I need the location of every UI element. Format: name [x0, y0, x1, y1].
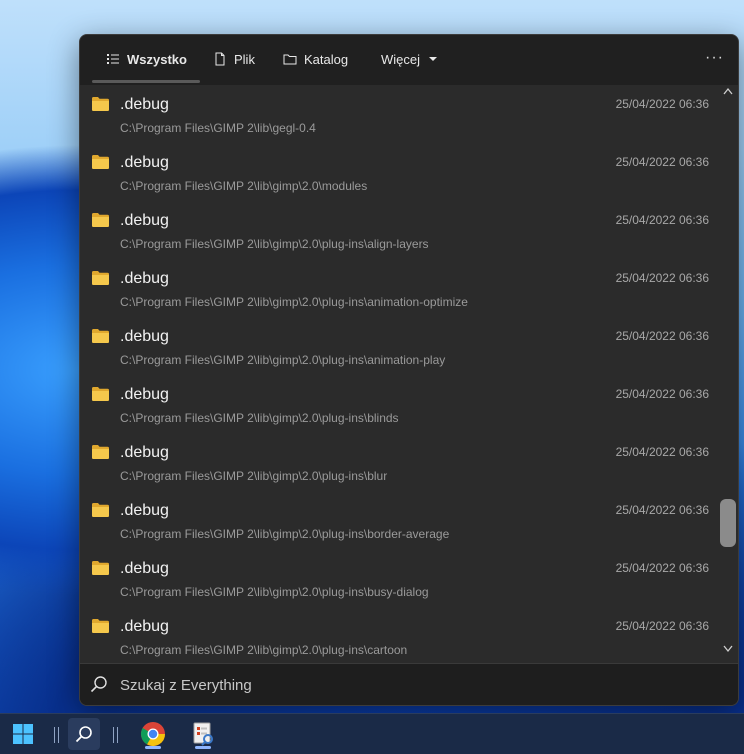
result-date: 25/04/2022 06:36: [615, 97, 709, 111]
result-path: C:\Program Files\GIMP 2\lib\gimp\2.0\plu…: [120, 527, 450, 541]
result-date: 25/04/2022 06:36: [615, 619, 709, 633]
result-row[interactable]: .debug C:\Program Files\GIMP 2\lib\gimp\2…: [80, 549, 717, 607]
taskbar-chrome-button[interactable]: [137, 718, 169, 750]
result-path: C:\Program Files\GIMP 2\lib\gimp\2.0\plu…: [120, 353, 446, 367]
result-row[interactable]: .debug C:\Program Files\GIMP 2\lib\gimp\2…: [80, 259, 717, 317]
result-row[interactable]: .debug C:\Program Files\GIMP 2\lib\gimp\2…: [80, 317, 717, 375]
folder-icon: [92, 561, 109, 575]
result-date: 25/04/2022 06:36: [615, 387, 709, 401]
result-date: 25/04/2022 06:36: [615, 445, 709, 459]
list-icon: [107, 54, 119, 64]
result-path: C:\Program Files\GIMP 2\lib\gimp\2.0\plu…: [120, 295, 468, 309]
result-row[interactable]: .debug C:\Program Files\GIMP 2\lib\gimp\2…: [80, 491, 717, 549]
chevron-down-icon: [429, 57, 438, 61]
tab-folder[interactable]: Katalog: [283, 47, 348, 71]
everything-search-window: Wszystko Plik Katalog Więcej ··· .debug C…: [79, 34, 739, 706]
result-date: 25/04/2022 06:36: [615, 329, 709, 343]
result-date: 25/04/2022 06:36: [615, 271, 709, 285]
result-date: 25/04/2022 06:36: [615, 155, 709, 169]
start-button[interactable]: [7, 718, 39, 750]
result-name: .debug: [120, 212, 169, 229]
result-date: 25/04/2022 06:36: [615, 503, 709, 517]
results-list: .debug C:\Program Files\GIMP 2\lib\gegl-0…: [80, 85, 717, 661]
result-row[interactable]: .debug C:\Program Files\GIMP 2\lib\gimp\2…: [80, 143, 717, 201]
result-date: 25/04/2022 06:36: [615, 213, 709, 227]
folder-icon: [92, 329, 109, 343]
result-row[interactable]: .debug C:\Program Files\GIMP 2\lib\gimp\2…: [80, 433, 717, 491]
folder-icon: [92, 503, 109, 517]
scrollbar-thumb[interactable]: [720, 499, 736, 547]
folder-icon: [92, 619, 109, 633]
folder-icon: [92, 271, 109, 285]
result-name: .debug: [120, 444, 169, 461]
taskbar-separator: [54, 727, 59, 743]
result-name: .debug: [120, 270, 169, 287]
folder-icon: [92, 387, 109, 401]
taskbar: [0, 713, 744, 754]
taskbar-everything-button[interactable]: [187, 718, 219, 750]
result-name: .debug: [120, 502, 169, 519]
search-icon: [90, 676, 107, 693]
folder-icon: [92, 97, 109, 111]
result-name: .debug: [120, 560, 169, 577]
result-path: C:\Program Files\GIMP 2\lib\gimp\2.0\plu…: [120, 585, 429, 599]
tab-folder-label: Katalog: [304, 51, 349, 67]
taskbar-running-indicator: [195, 746, 211, 749]
scroll-up-icon[interactable]: [722, 87, 734, 97]
result-path: C:\Program Files\GIMP 2\lib\gimp\2.0\mod…: [120, 179, 368, 193]
result-name: .debug: [120, 328, 169, 345]
tab-more[interactable]: Więcej: [381, 47, 438, 71]
tab-all-label: Wszystko: [127, 51, 187, 67]
result-path: C:\Program Files\GIMP 2\lib\gimp\2.0\plu…: [120, 469, 388, 483]
windows-start-icon: [13, 724, 33, 744]
result-path: C:\Program Files\GIMP 2\lib\gimp\2.0\plu…: [120, 411, 399, 425]
search-icon: [75, 726, 92, 743]
tab-more-label: Więcej: [381, 51, 421, 67]
tab-file-label: Plik: [234, 51, 255, 67]
result-row[interactable]: .debug C:\Program Files\GIMP 2\lib\gimp\2…: [80, 201, 717, 259]
result-path: C:\Program Files\GIMP 2\lib\gimp\2.0\plu…: [120, 643, 408, 657]
result-date: 25/04/2022 06:36: [615, 561, 709, 575]
result-path: C:\Program Files\GIMP 2\lib\gimp\2.0\plu…: [120, 237, 429, 251]
search-bar: [80, 663, 738, 705]
result-row[interactable]: .debug C:\Program Files\GIMP 2\lib\gegl-0…: [80, 85, 717, 143]
everything-app-icon: [193, 722, 213, 746]
result-name: .debug: [120, 154, 169, 171]
tab-file[interactable]: Plik: [213, 47, 255, 71]
result-name: .debug: [120, 386, 169, 403]
result-row[interactable]: .debug C:\Program Files\GIMP 2\lib\gimp\2…: [80, 375, 717, 433]
result-row[interactable]: .debug C:\Program Files\GIMP 2\lib\gimp\2…: [80, 607, 717, 661]
result-path: C:\Program Files\GIMP 2\lib\gegl-0.4: [120, 121, 316, 135]
search-input[interactable]: [118, 672, 722, 698]
result-name: .debug: [120, 96, 169, 113]
filter-tab-bar: Wszystko Plik Katalog Więcej ···: [80, 35, 738, 85]
file-icon: [215, 52, 225, 66]
scroll-down-icon[interactable]: [722, 645, 734, 655]
taskbar-search-button[interactable]: [68, 718, 100, 750]
folder-icon: [283, 54, 297, 65]
folder-icon: [92, 213, 109, 227]
folder-icon: [92, 445, 109, 459]
tab-all[interactable]: Wszystko: [106, 47, 187, 71]
results-scrollbar[interactable]: [718, 85, 738, 661]
taskbar-separator: [113, 727, 118, 743]
result-name: .debug: [120, 618, 169, 635]
active-tab-indicator: [92, 80, 200, 83]
chrome-icon: [140, 722, 165, 747]
taskbar-running-indicator: [145, 746, 161, 749]
more-options-button[interactable]: ···: [705, 49, 724, 67]
folder-icon: [92, 155, 109, 169]
